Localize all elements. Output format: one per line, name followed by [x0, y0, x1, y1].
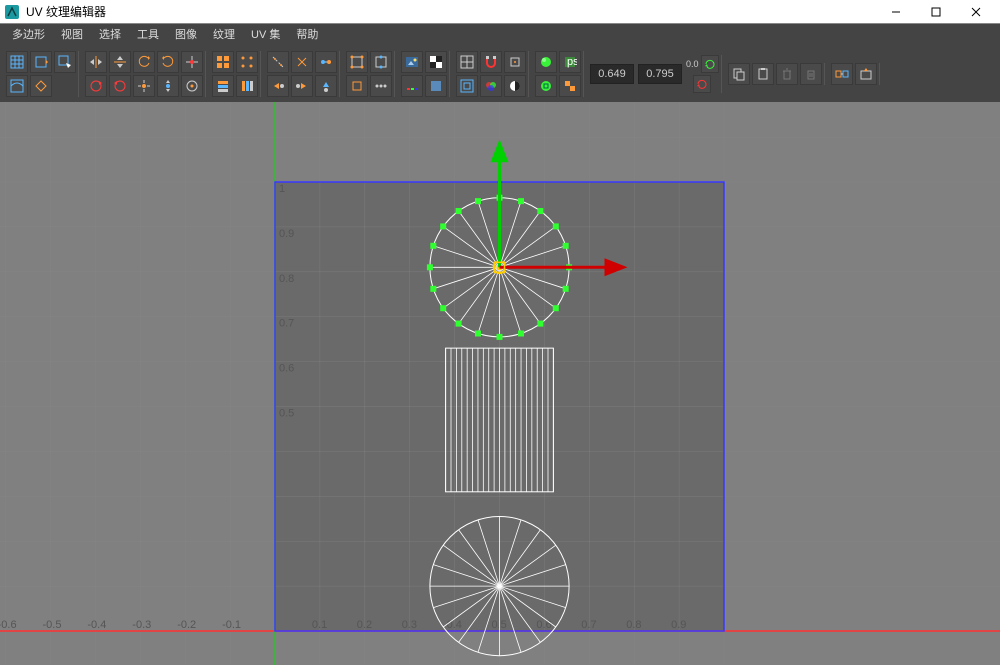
sew-icon[interactable]	[267, 51, 289, 73]
unfold-uv-icon[interactable]	[30, 75, 52, 97]
flip-v-icon[interactable]	[109, 51, 131, 73]
rgb-channel-icon[interactable]	[480, 75, 502, 97]
uv-viewport[interactable]: 0.5 0.6 0.7 0.8 0.9 1 -0.6 -0.5 -0.4 -0.3 -0.2 -0.1…	[0, 102, 1000, 665]
shade-icon[interactable]	[535, 51, 557, 73]
flip-h-icon[interactable]	[85, 51, 107, 73]
copy-icon[interactable]	[728, 63, 750, 85]
svg-text:-0.2: -0.2	[177, 619, 196, 631]
px-snap-icon[interactable]	[504, 51, 526, 73]
svg-text:0.5: 0.5	[279, 408, 294, 420]
align-points-icon[interactable]	[236, 51, 258, 73]
distribute-icon[interactable]	[370, 75, 392, 97]
close-button[interactable]	[956, 0, 996, 24]
svg-text:0.6: 0.6	[279, 363, 294, 375]
rotate-ccw-icon[interactable]	[133, 51, 155, 73]
cut-uv-icon[interactable]	[291, 51, 313, 73]
refresh-uv-icon[interactable]	[701, 55, 719, 73]
svg-text:0.9: 0.9	[279, 228, 294, 240]
svg-text:-0.5: -0.5	[43, 619, 62, 631]
menu-polygons[interactable]: 多边形	[4, 24, 53, 46]
snap-edge-icon[interactable]	[370, 51, 392, 73]
u-value-field[interactable]: 0.649	[590, 64, 634, 84]
rot-point-cw-icon[interactable]	[109, 75, 131, 97]
checker-icon[interactable]	[425, 51, 447, 73]
menu-bar: 多边形 视图 选择 工具 图像 纹理 UV 集 帮助	[0, 24, 1000, 46]
image-rgb-icon[interactable]	[401, 75, 423, 97]
export-uv-icon[interactable]	[855, 63, 877, 85]
svg-text:0.2: 0.2	[357, 619, 372, 631]
svg-text:0.1: 0.1	[312, 619, 327, 631]
svg-text:psd: psd	[567, 56, 577, 68]
menu-image[interactable]: 图像	[167, 24, 205, 46]
svg-text:-0.1: -0.1	[222, 619, 241, 631]
image-icon[interactable]	[401, 51, 423, 73]
window-title: UV 纹理编辑器	[26, 3, 876, 20]
menu-help[interactable]: 帮助	[288, 24, 326, 46]
maximize-button[interactable]	[916, 0, 956, 24]
trash-icon[interactable]	[776, 63, 798, 85]
swatch-icon[interactable]	[425, 75, 447, 97]
spread-icon[interactable]	[133, 75, 155, 97]
snap-box-icon[interactable]	[346, 75, 368, 97]
uv-sel-cursor-icon[interactable]	[54, 51, 76, 73]
weld-left-icon[interactable]	[267, 75, 289, 97]
menu-tool[interactable]: 工具	[129, 24, 167, 46]
svg-text:0.8: 0.8	[279, 273, 294, 285]
svg-text:0.3: 0.3	[402, 619, 417, 631]
smooth-uv-icon[interactable]	[6, 75, 28, 97]
menu-select[interactable]: 选择	[91, 24, 129, 46]
gather-icon[interactable]	[157, 75, 179, 97]
title-bar: UV 纹理编辑器	[0, 0, 1000, 24]
layout-col-icon[interactable]	[236, 75, 258, 97]
layout-stack-icon[interactable]	[212, 75, 234, 97]
toolbar: psd 0.649 0.795 0.0	[0, 46, 1000, 102]
minimize-button[interactable]	[876, 0, 916, 24]
paste-icon[interactable]	[752, 63, 774, 85]
svg-text:0.9: 0.9	[671, 619, 686, 631]
grid-toggle-icon[interactable]	[456, 51, 478, 73]
snap-corner-icon[interactable]	[346, 51, 368, 73]
merge-icon[interactable]	[315, 51, 337, 73]
svg-text:0.7: 0.7	[279, 318, 294, 330]
checker-shade-icon[interactable]	[559, 75, 581, 97]
svg-text:0.6: 0.6	[536, 619, 551, 631]
target-icon[interactable]	[181, 75, 203, 97]
v-value-field[interactable]: 0.795	[638, 64, 682, 84]
svg-text:0.4: 0.4	[447, 619, 462, 631]
svg-text:0.7: 0.7	[581, 619, 596, 631]
layout-grid-icon[interactable]	[212, 51, 234, 73]
alpha-channel-icon[interactable]	[504, 75, 526, 97]
rotate-cw-icon[interactable]	[157, 51, 179, 73]
wire-icon[interactable]: psd	[559, 51, 581, 73]
snap-cross-icon[interactable]	[181, 51, 203, 73]
weld-up-icon[interactable]	[315, 75, 337, 97]
frame-icon[interactable]	[456, 75, 478, 97]
magnet-icon[interactable]	[480, 51, 502, 73]
uv-lattice-icon[interactable]	[6, 51, 28, 73]
app-logo-icon	[4, 4, 20, 20]
svg-text:1: 1	[279, 183, 285, 195]
svg-text:-0.6: -0.6	[0, 619, 17, 631]
weld-right-icon[interactable]	[291, 75, 313, 97]
svg-text:-0.4: -0.4	[87, 619, 106, 631]
uv-refresh-label: 0.0	[686, 59, 699, 69]
transfer-uv-icon[interactable]	[831, 63, 853, 85]
trash-2-icon[interactable]	[800, 63, 822, 85]
rot-point-ccw-icon[interactable]	[85, 75, 107, 97]
menu-view[interactable]: 视图	[53, 24, 91, 46]
shade-dist-icon[interactable]	[535, 75, 557, 97]
svg-text:-0.3: -0.3	[132, 619, 151, 631]
svg-text:0.8: 0.8	[626, 619, 641, 631]
menu-texture[interactable]: 纹理	[205, 24, 243, 46]
move-uv-icon[interactable]	[30, 51, 52, 73]
refresh-uv-red-icon[interactable]	[693, 75, 711, 93]
uv-graph: 0.5 0.6 0.7 0.8 0.9 1 -0.6 -0.5 -0.4 -0.3 -0.2 -0.1…	[0, 102, 1000, 665]
menu-uvset[interactable]: UV 集	[243, 24, 288, 46]
